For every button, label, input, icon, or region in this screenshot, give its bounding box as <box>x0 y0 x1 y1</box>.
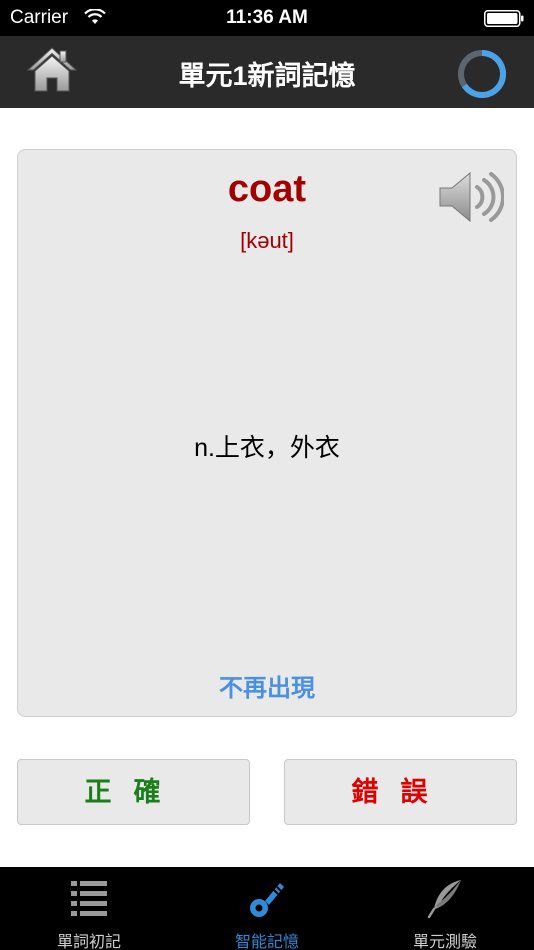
progress-ring-icon <box>458 49 507 98</box>
page-title: 單元1新詞記憶 <box>178 61 356 91</box>
list-icon <box>71 881 107 916</box>
tab-label: 單元測驗 <box>412 934 477 950</box>
key-icon <box>250 883 284 917</box>
tab-label: 智能記憶 <box>234 934 299 950</box>
tab-label: 單詞初記 <box>56 934 121 950</box>
speaker-icon <box>439 171 505 223</box>
status-time: 11:36 AM <box>226 7 308 28</box>
meaning-text: n.上衣，外衣 <box>194 434 340 462</box>
phonetic-text: [kəut] <box>240 228 294 253</box>
feather-icon <box>427 880 461 919</box>
nav-bar: 單元1新詞記憶 <box>0 36 534 108</box>
correct-button[interactable]: 正確 <box>17 759 250 825</box>
tab-initial-words[interactable]: 單詞初記 <box>0 867 178 950</box>
dont-show-again-button[interactable]: 不再出現 <box>18 668 516 703</box>
battery-icon <box>484 10 524 27</box>
tab-smart-memory[interactable]: 智能記憶 <box>178 867 356 950</box>
tab-unit-test[interactable]: 單元測驗 <box>356 867 534 950</box>
status-bar: Carrier 11:36 AM <box>0 0 534 36</box>
speaker-button[interactable] <box>438 168 505 226</box>
wrong-button[interactable]: 錯誤 <box>284 759 517 825</box>
word-card: coat [kəut] n.上衣，外衣 不再出現 <box>17 149 517 717</box>
progress-indicator <box>456 48 508 100</box>
tab-bar: 單詞初記 智能記憶 單元測驗 <box>0 867 534 950</box>
